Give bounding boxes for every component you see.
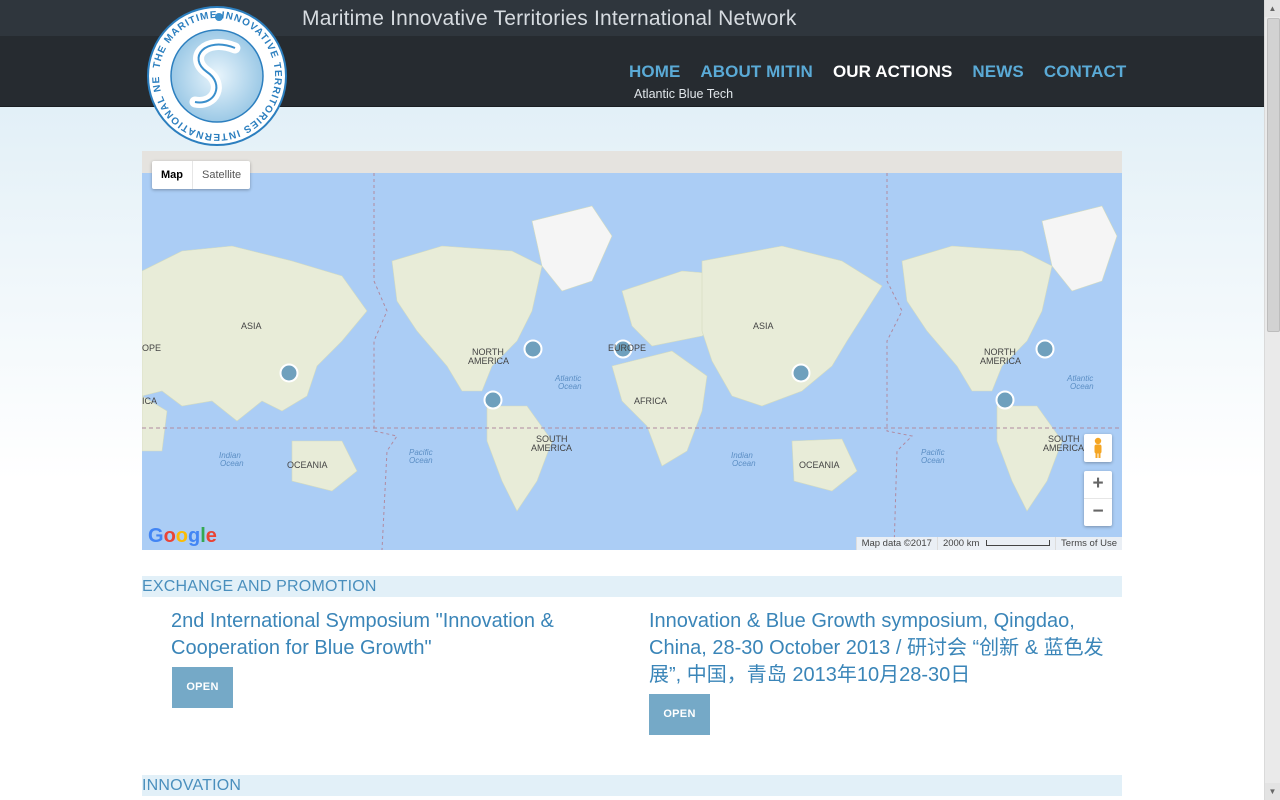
scroll-up-arrow-icon[interactable]: ▲ (1265, 0, 1280, 17)
zoom-in-button[interactable]: + (1084, 471, 1112, 499)
nav-item-contact[interactable]: CONTACT (1044, 62, 1127, 82)
map-label-asia: ASIA (753, 321, 774, 331)
map-label-europe: OPE (142, 343, 161, 353)
map-marker[interactable] (483, 390, 503, 410)
terms-of-use-link[interactable]: Terms of Use (1055, 537, 1122, 550)
map-marker[interactable] (791, 363, 811, 383)
map-label-indian: Ocean (732, 459, 756, 468)
map-label-africa: AFRICA (634, 396, 667, 406)
map-type-satellite-button[interactable]: Satellite (193, 161, 250, 189)
map-scale[interactable]: 2000 km (936, 537, 1055, 550)
open-button[interactable]: OPEN (649, 694, 710, 735)
zoom-control: + − (1084, 471, 1112, 526)
map-data-text[interactable]: Map data ©2017 (855, 537, 937, 550)
map-label-indian: Ocean (220, 459, 244, 468)
site-title: Maritime Innovative Territories Internat… (302, 7, 797, 30)
section-title: INNOVATION (142, 777, 242, 794)
section-header: INNOVATION (142, 775, 1122, 796)
map-label-asia: ASIA (241, 321, 262, 331)
map-label-africa: ICA (142, 396, 157, 406)
map-label-north-america: AMERICA (980, 356, 1021, 366)
map-marker[interactable] (523, 339, 543, 359)
map-label-oceania: OCEANIA (287, 460, 328, 470)
submenu-item-atlantic-blue-tech[interactable]: Atlantic Blue Tech (634, 87, 733, 101)
zoom-out-button[interactable]: − (1084, 499, 1112, 526)
nav-item-about[interactable]: ABOUT MITIN (700, 62, 813, 82)
map-type-map-button[interactable]: Map (152, 161, 193, 189)
vertical-scrollbar[interactable]: ▲ ▼ (1264, 0, 1280, 800)
article-title-link[interactable]: Innovation & Blue Growth symposium, Qing… (649, 608, 1119, 689)
scrollbar-thumb[interactable] (1267, 18, 1280, 332)
map-label-pacific: Ocean (921, 456, 945, 465)
google-logo[interactable]: Google (148, 525, 217, 548)
map-label-oceania: OCEANIA (799, 460, 840, 470)
nav-item-news[interactable]: NEWS (972, 62, 1023, 82)
map-label-atlantic: Ocean (558, 382, 582, 391)
article-title-link[interactable]: 2nd International Symposium "Innovation … (171, 608, 601, 662)
map-attribution: Map data ©2017 2000 km Terms of Use (855, 537, 1122, 550)
map-marker[interactable] (995, 390, 1015, 410)
map-label-pacific: Ocean (409, 456, 433, 465)
street-view-pegman-icon[interactable] (1084, 434, 1112, 462)
map-label-south-america: AMERICA (1043, 443, 1084, 453)
nav-item-home[interactable]: HOME (629, 62, 680, 82)
main-nav: HOME ABOUT MITIN OUR ACTIONS NEWS CONTAC… (629, 62, 1126, 82)
world-map[interactable]: ASIA OPE ICA OCEANIA NORTH AMERICA SOUTH… (142, 151, 1122, 550)
section-header: EXCHANGE AND PROMOTION (142, 576, 1122, 597)
map-label-atlantic: Ocean (1070, 382, 1094, 391)
map-label-south-america: AMERICA (531, 443, 572, 453)
open-button[interactable]: OPEN (172, 667, 233, 708)
map-label-north-america: AMERICA (468, 356, 509, 366)
scale-bar-icon (986, 540, 1051, 547)
nav-item-our-actions[interactable]: OUR ACTIONS (833, 62, 952, 82)
section-title: EXCHANGE AND PROMOTION (142, 578, 377, 595)
site-logo[interactable]: THE MARITIME INNOVATIVE TERRITORIES INTE… (140, 0, 289, 146)
map-type-control: Map Satellite (152, 161, 251, 189)
map-label-europe: EUROPE (608, 343, 646, 353)
map-marker[interactable] (1035, 339, 1055, 359)
scroll-down-arrow-icon[interactable]: ▼ (1265, 783, 1280, 800)
map-marker[interactable] (279, 363, 299, 383)
